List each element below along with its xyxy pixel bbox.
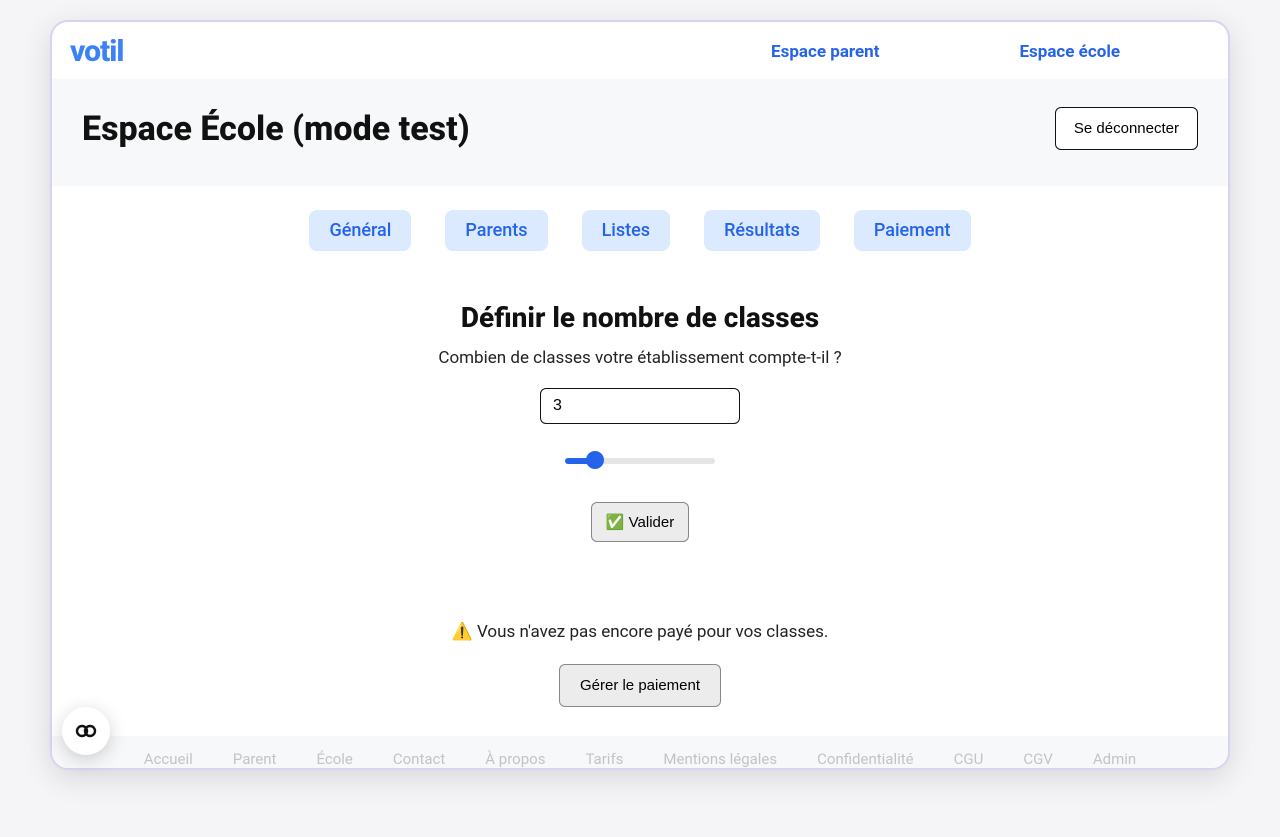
header-bar: Espace École (mode test) Se déconnecter	[52, 79, 1228, 186]
page-title: Espace École (mode test)	[82, 109, 470, 149]
chat-widget-button[interactable]	[62, 707, 110, 755]
footer-link-mentions[interactable]: Mentions légales	[663, 750, 777, 768]
nav-link-parent[interactable]: Espace parent	[771, 42, 879, 62]
tab-parents[interactable]: Parents	[445, 210, 547, 251]
footer-link-cgv[interactable]: CGV	[1023, 750, 1053, 768]
brand-logo[interactable]: votil	[70, 34, 123, 69]
validate-button[interactable]: ✅ Valider	[591, 502, 689, 542]
manage-payment-button[interactable]: Gérer le paiement	[559, 664, 721, 707]
tab-lists[interactable]: Listes	[582, 210, 670, 251]
content-area: Définir le nombre de classes Combien de …	[52, 265, 1228, 736]
payment-warning-text: ⚠️ Vous n'avez pas encore payé pour vos …	[72, 622, 1208, 642]
nav-link-school[interactable]: Espace école	[1019, 42, 1120, 62]
tabs: Général Parents Listes Résultats Paiemen…	[52, 186, 1228, 265]
footer-link-ecole[interactable]: École	[316, 750, 352, 768]
app-window: votil Espace parent Espace école Espace …	[50, 20, 1230, 770]
footer-link-admin[interactable]: Admin	[1093, 750, 1136, 768]
footer-link-accueil[interactable]: Accueil	[144, 750, 193, 768]
footer-links: Accueil Parent École Contact À propos Ta…	[52, 750, 1228, 768]
nav-links: Espace parent Espace école	[771, 42, 1210, 62]
class-count-input[interactable]	[540, 388, 740, 424]
footer: Accueil Parent École Contact À propos Ta…	[52, 736, 1228, 768]
payment-warning-block: ⚠️ Vous n'avez pas encore payé pour vos …	[72, 622, 1208, 707]
section-subtitle: Combien de classes votre établissement c…	[72, 348, 1208, 368]
footer-link-cgu[interactable]: CGU	[954, 750, 984, 768]
section-title: Définir le nombre de classes	[72, 301, 1208, 334]
footer-link-confidentialite[interactable]: Confidentialité	[817, 750, 913, 768]
footer-link-apropos[interactable]: À propos	[485, 750, 545, 768]
footer-link-parent[interactable]: Parent	[233, 750, 277, 768]
logout-button[interactable]: Se déconnecter	[1055, 107, 1198, 150]
class-count-slider[interactable]	[565, 452, 715, 470]
top-nav: votil Espace parent Espace école	[52, 22, 1228, 79]
tab-results[interactable]: Résultats	[704, 210, 820, 251]
slider-thumb[interactable]	[586, 451, 604, 469]
footer-link-tarifs[interactable]: Tarifs	[585, 750, 623, 768]
tab-payment[interactable]: Paiement	[854, 210, 971, 251]
footer-link-contact[interactable]: Contact	[393, 750, 445, 768]
tab-general[interactable]: Général	[309, 210, 411, 251]
link-icon	[74, 719, 98, 743]
